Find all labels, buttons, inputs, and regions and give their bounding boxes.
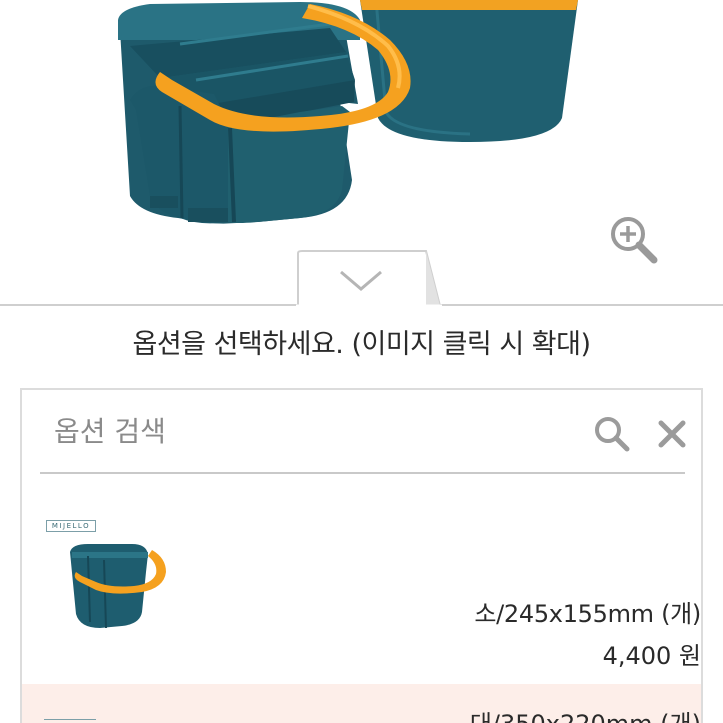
collapse-handle-tab[interactable] bbox=[296, 249, 442, 308]
close-icon[interactable] bbox=[652, 414, 692, 454]
option-panel: MIJELLO 소/245x155mm (개) 4,400 원 1 bbox=[20, 388, 703, 723]
chevron-down-icon bbox=[340, 270, 382, 291]
zoom-in-icon[interactable] bbox=[606, 212, 660, 266]
option-price: 4,400 원 bbox=[602, 642, 701, 670]
brand-logo bbox=[44, 719, 96, 723]
option-item[interactable]: MIJELLO 소/245x155mm (개) 4,400 원 1 bbox=[22, 476, 701, 723]
option-item[interactable]: 대/350x220mm (개) bbox=[22, 684, 701, 723]
search-icon[interactable] bbox=[592, 414, 632, 454]
option-name: 대/350x220mm (개) bbox=[470, 704, 701, 723]
option-name: 소/245x155mm (개) bbox=[474, 600, 701, 628]
option-search-bar bbox=[40, 390, 686, 474]
option-search-input[interactable] bbox=[54, 406, 554, 456]
option-instruction: 옵션을 선택하세요. (이미지 클릭 시 확대) bbox=[132, 329, 591, 360]
brand-logo: MIJELLO bbox=[46, 520, 96, 532]
option-thumbnail[interactable] bbox=[62, 542, 166, 632]
